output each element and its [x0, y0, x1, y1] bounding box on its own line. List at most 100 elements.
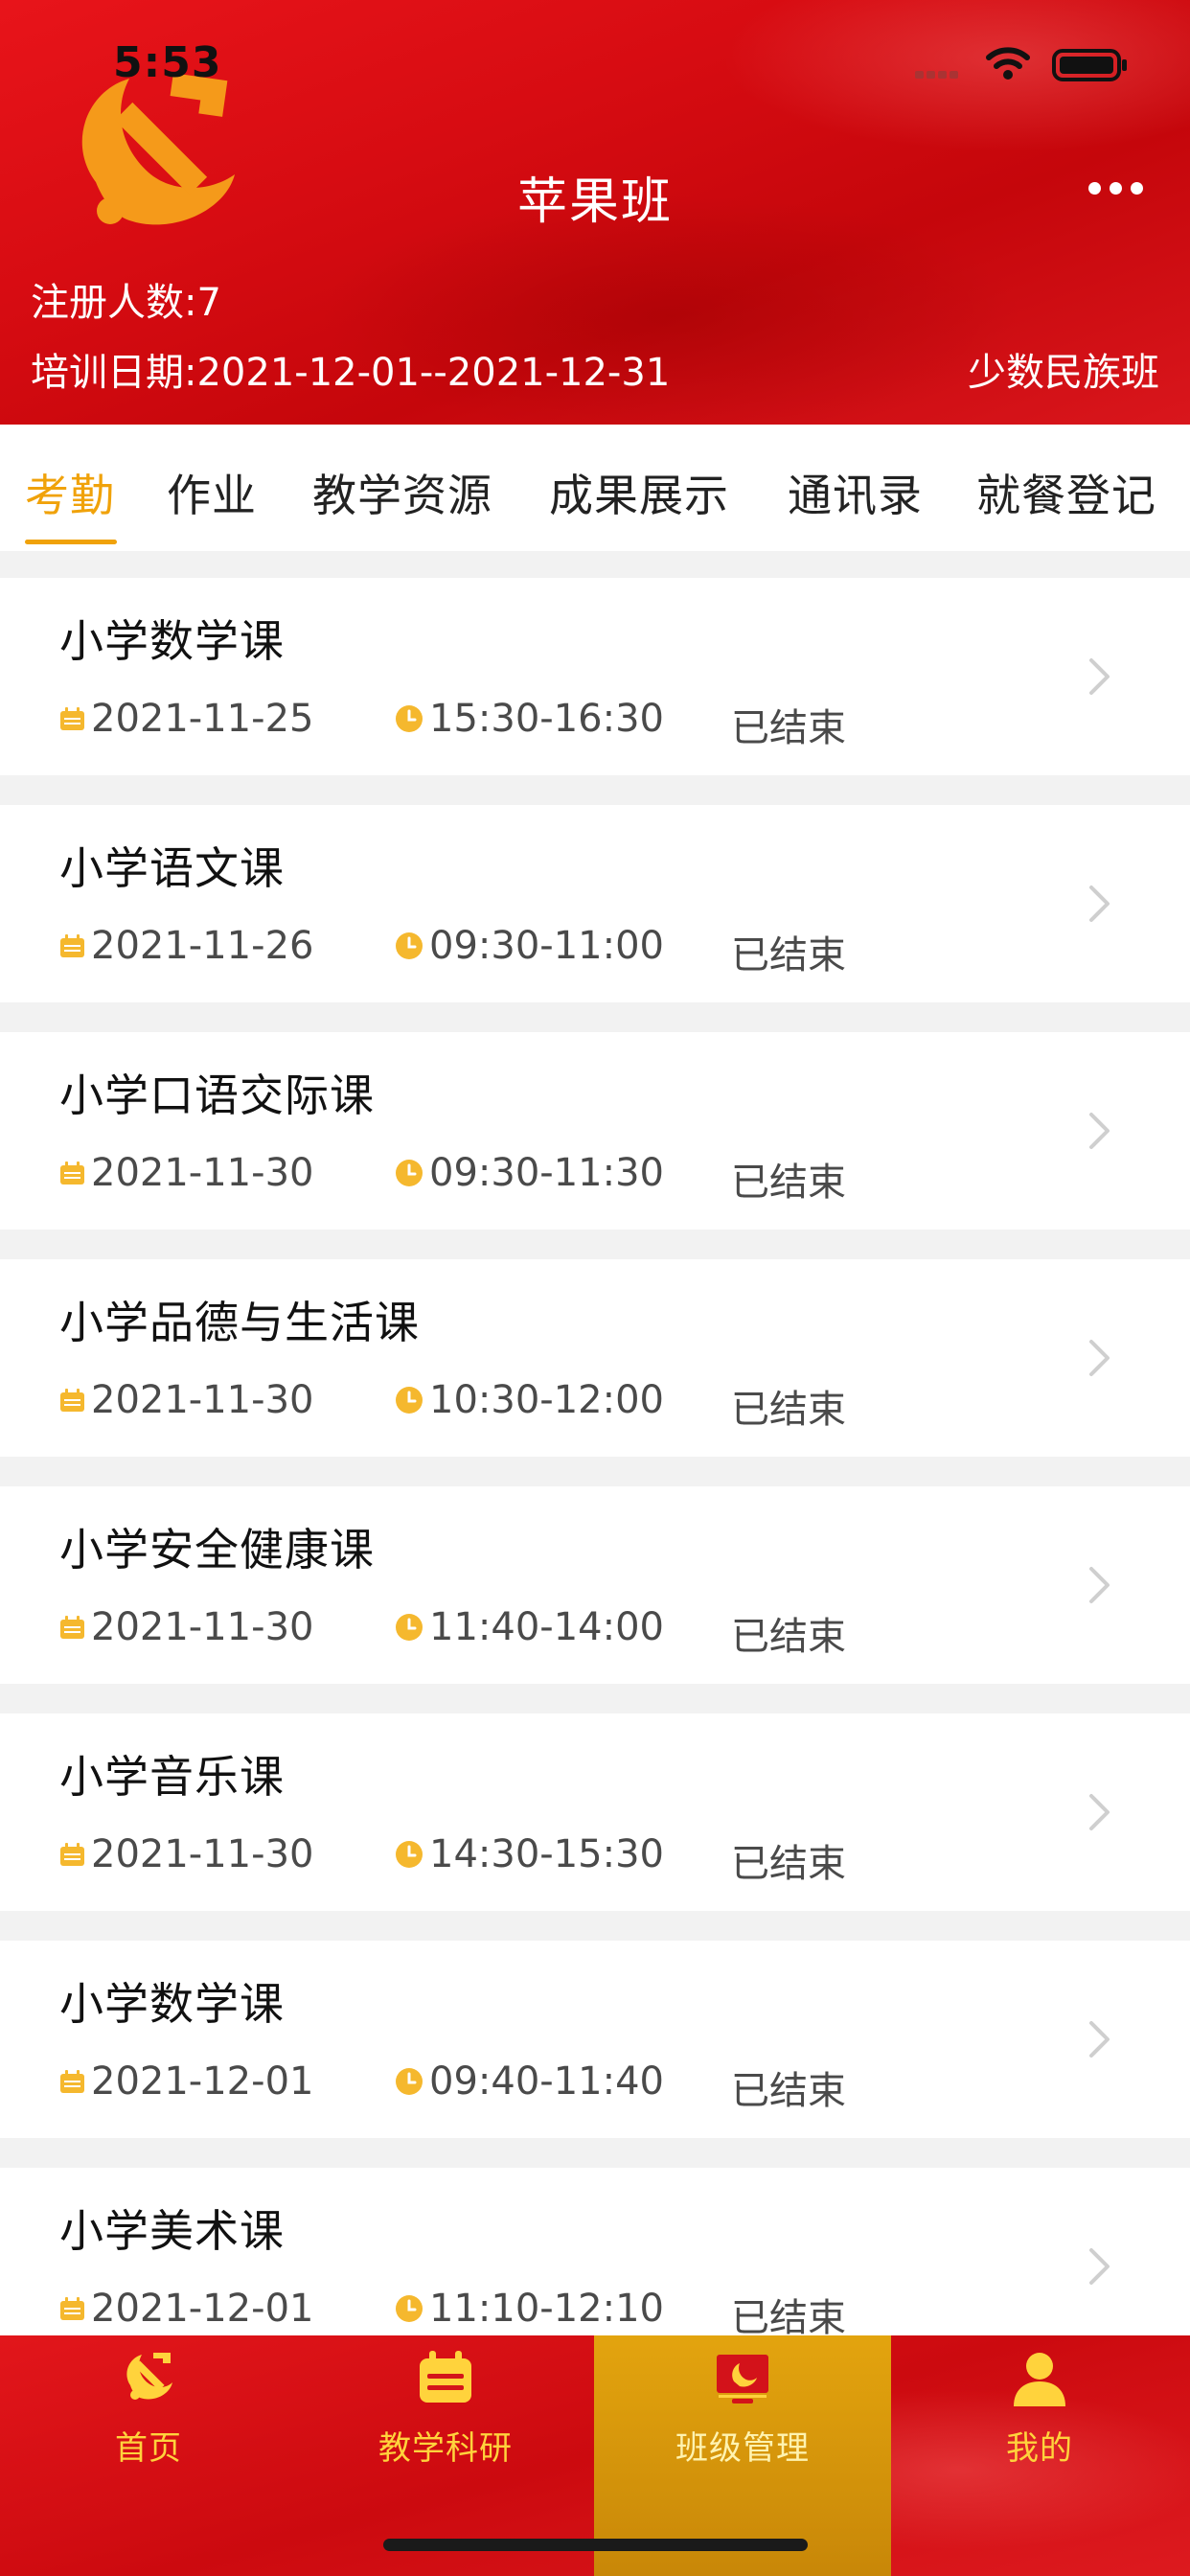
more-options-button[interactable] [1079, 171, 1152, 205]
course-time-text: 09:30-11:00 [429, 924, 664, 968]
course-date: 2021-11-26 [59, 924, 313, 968]
nav-teaching-research-label: 教学科研 [378, 2429, 513, 2468]
tab-attendance[interactable]: 考勤 [25, 461, 115, 524]
registered-count: 注册人数:7 [31, 281, 221, 325]
nav-mine[interactable]: 我的 [891, 2335, 1188, 2527]
course-time: 14:30-15:30 [395, 1832, 664, 1876]
calendar-icon [60, 706, 84, 730]
clock-icon [396, 932, 423, 959]
course-status: 已结束 [731, 1388, 846, 1432]
party-emblem-icon [126, 2353, 172, 2400]
training-date: 培训日期:2021-12-01--2021-12-31 [31, 351, 671, 395]
course-date-text: 2021-12-01 [91, 2287, 314, 2331]
course-name: 小学数学课 [59, 615, 285, 667]
clock-icon [396, 2295, 423, 2322]
course-card[interactable]: 小学口语交际课 2021-11-30 09:30-11:30 已结束 [0, 1032, 1190, 1230]
status-bar-time: 5:53 [113, 38, 222, 87]
course-status: 已结束 [731, 2296, 846, 2340]
nav-teaching-research[interactable]: 教学科研 [297, 2335, 594, 2527]
clock-icon [396, 1614, 423, 1641]
active-tab-indicator [25, 540, 117, 544]
more-dot-icon [1109, 181, 1122, 195]
course-time: 09:40-11:40 [395, 2059, 664, 2104]
course-time: 09:30-11:00 [395, 924, 664, 968]
calendar-icon [60, 1615, 84, 1639]
course-time: 10:30-12:00 [395, 1378, 664, 1422]
chevron-right-icon [1089, 2021, 1110, 2058]
tab-teaching-resources[interactable]: 教学资源 [312, 461, 492, 524]
clock-icon [396, 1160, 423, 1186]
tab-contacts[interactable]: 通讯录 [788, 461, 923, 524]
course-date-text: 2021-12-01 [91, 2059, 314, 2104]
course-date-text: 2021-11-30 [91, 1832, 314, 1876]
course-status: 已结束 [731, 706, 846, 750]
tab-bar: 考勤 作业 教学资源 成果展示 通讯录 就餐登记 [0, 425, 1190, 551]
course-time-text: 09:30-11:30 [429, 1151, 664, 1195]
course-status: 已结束 [731, 1842, 846, 1886]
more-dot-icon [1087, 181, 1101, 195]
course-date-text: 2021-11-30 [91, 1378, 314, 1422]
course-time-text: 11:10-12:10 [429, 2287, 664, 2331]
course-time-text: 11:40-14:00 [429, 1605, 664, 1649]
course-date-text: 2021-11-26 [91, 924, 314, 968]
course-status: 已结束 [731, 1161, 846, 1205]
course-date: 2021-11-30 [59, 1151, 313, 1195]
nav-mine-label: 我的 [1006, 2429, 1073, 2468]
course-time-text: 15:30-16:30 [429, 697, 664, 741]
course-time: 09:30-11:30 [395, 1151, 664, 1195]
calendar-icon [60, 2069, 84, 2093]
course-card[interactable]: 小学数学课 2021-11-25 15:30-16:30 已结束 [0, 578, 1190, 775]
course-time: 15:30-16:30 [395, 697, 664, 741]
chevron-right-icon [1089, 886, 1110, 922]
tab-meal-registration[interactable]: 就餐登记 [976, 461, 1156, 524]
calendar-icon [420, 2351, 471, 2403]
chevron-right-icon [1089, 2248, 1110, 2285]
chevron-right-icon [1089, 1794, 1110, 1830]
nav-home[interactable]: 首页 [0, 2335, 297, 2527]
course-card[interactable]: 小学音乐课 2021-11-30 14:30-15:30 已结束 [0, 1714, 1190, 1911]
course-time: 11:10-12:10 [395, 2287, 664, 2331]
course-date: 2021-12-01 [59, 2059, 313, 2104]
course-date-text: 2021-11-30 [91, 1605, 314, 1649]
course-status: 已结束 [731, 933, 846, 978]
calendar-icon [60, 1161, 84, 1184]
more-dot-icon [1130, 181, 1143, 195]
course-date-text: 2021-11-30 [91, 1151, 314, 1195]
course-name: 小学安全健康课 [59, 1524, 375, 1576]
course-card[interactable]: 小学数学课 2021-12-01 09:40-11:40 已结束 [0, 1941, 1190, 2138]
user-icon [1014, 2353, 1065, 2406]
course-status: 已结束 [731, 2069, 846, 2113]
clock-icon [396, 1387, 423, 1414]
calendar-icon [60, 2296, 84, 2320]
course-date-text: 2021-11-25 [91, 697, 314, 741]
cellular-signal-icon [915, 71, 958, 79]
course-name: 小学数学课 [59, 1978, 285, 2030]
course-time-text: 14:30-15:30 [429, 1832, 664, 1876]
course-time: 11:40-14:00 [395, 1605, 664, 1649]
nav-home-label: 首页 [115, 2429, 182, 2468]
course-time-text: 09:40-11:40 [429, 2059, 664, 2104]
tab-achievements[interactable]: 成果展示 [549, 461, 729, 524]
calendar-icon [60, 933, 84, 957]
calendar-icon [60, 1842, 84, 1866]
course-date: 2021-11-25 [59, 697, 313, 741]
clock-icon [396, 705, 423, 732]
class-board-icon [717, 2355, 768, 2404]
course-card[interactable]: 小学品德与生活课 2021-11-30 10:30-12:00 已结束 [0, 1259, 1190, 1457]
clock-icon [396, 1841, 423, 1868]
tab-homework[interactable]: 作业 [167, 461, 257, 524]
chevron-right-icon [1089, 1340, 1110, 1376]
chevron-right-icon [1089, 1567, 1110, 1603]
clock-icon [396, 2068, 423, 2095]
home-indicator[interactable] [383, 2539, 808, 2551]
class-type-label: 少数民族班 [968, 351, 1159, 395]
chevron-right-icon [1089, 1113, 1110, 1149]
course-card[interactable]: 小学语文课 2021-11-26 09:30-11:00 已结束 [0, 805, 1190, 1002]
class-header: 5:53 苹果班 注册人数:7 培训日期:2021-12-01--2021-12… [0, 0, 1190, 425]
course-name: 小学语文课 [59, 842, 285, 894]
battery-icon [1052, 49, 1127, 81]
course-name: 小学口语交际课 [59, 1070, 375, 1121]
page-title: 苹果班 [516, 173, 673, 231]
course-card[interactable]: 小学安全健康课 2021-11-30 11:40-14:00 已结束 [0, 1486, 1190, 1684]
course-name: 小学品德与生活课 [59, 1297, 420, 1348]
